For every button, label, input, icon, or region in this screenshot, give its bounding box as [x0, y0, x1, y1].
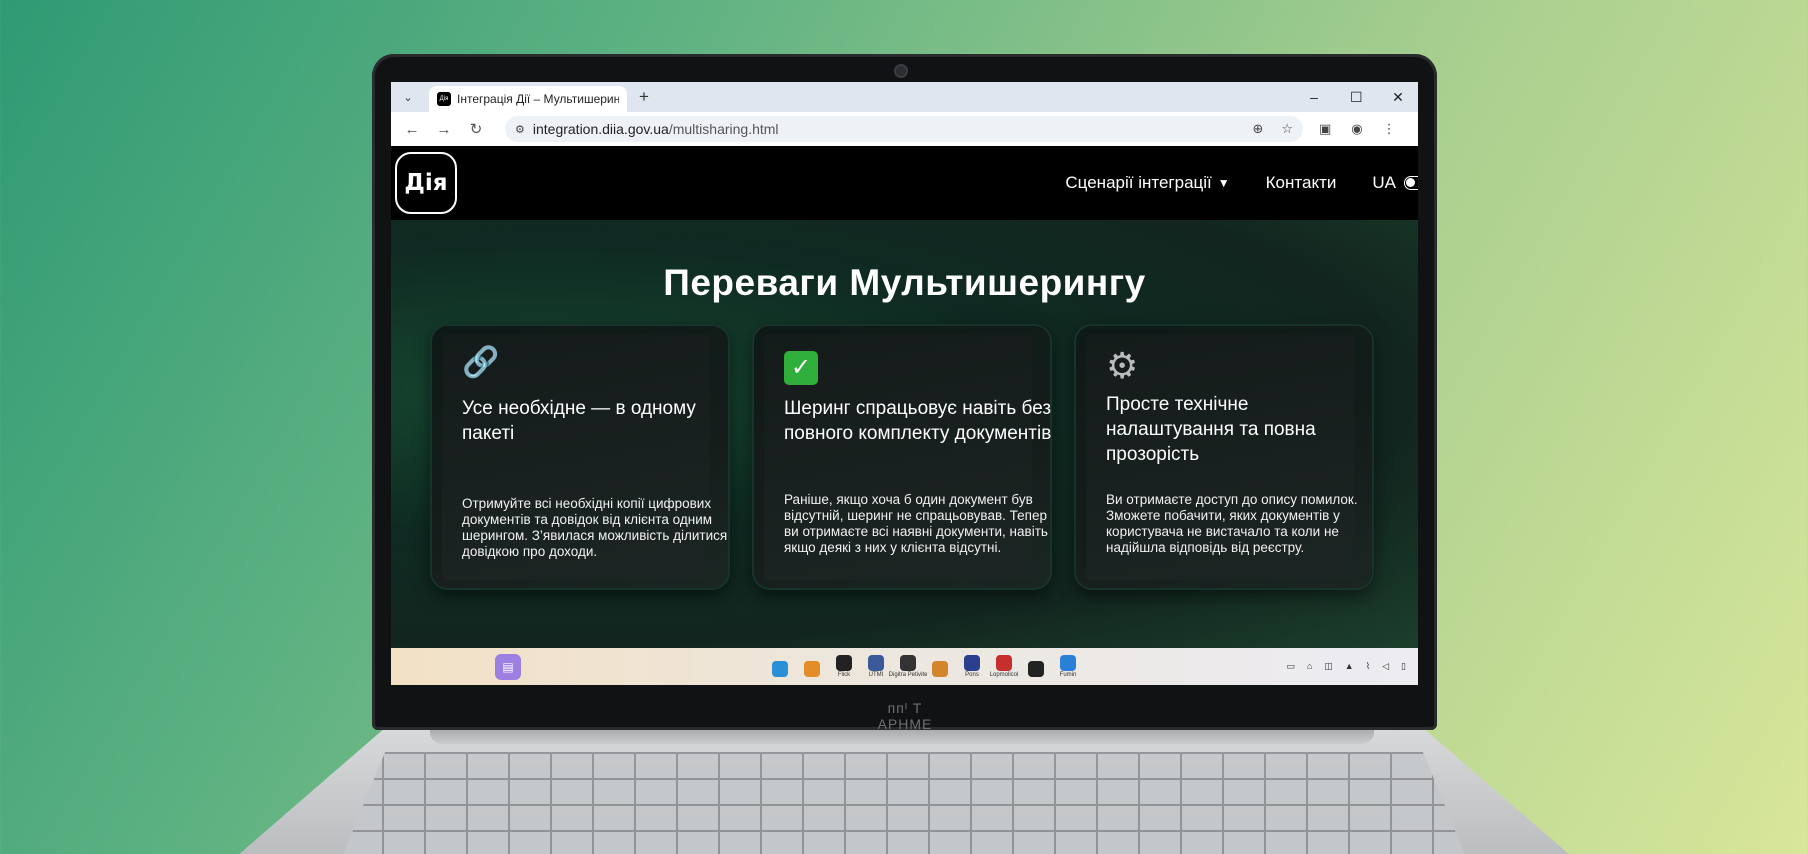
url-path: /multisharing.html — [668, 121, 779, 137]
taskbar-app[interactable]: Fumin — [1057, 655, 1079, 678]
card-heading: Просте технічне налаштування та повна пр… — [1106, 394, 1316, 465]
card-body: Отримуйте всі необхідні копії цифрових д… — [462, 496, 728, 559]
card-inner: ⚙ Просте технічне налаштування та повна … — [1086, 334, 1358, 580]
url-text: integration.diia.gov.ua/multisharing.htm… — [533, 121, 1235, 137]
url-input[interactable]: ⚙ integration.diia.gov.ua/multisharing.h… — [505, 116, 1303, 142]
taskbar-app[interactable]: Digitra Petivite — [889, 655, 927, 678]
minimize-icon[interactable]: – — [1308, 89, 1320, 106]
tab-search-button[interactable]: ⌄ — [397, 86, 419, 108]
taskbar-app[interactable] — [769, 661, 791, 678]
card-heading: Усе необхідне — в одному пакеті — [462, 398, 696, 444]
zoom-icon[interactable]: ⊕ — [1252, 121, 1263, 137]
forward-arrow-icon[interactable]: → — [433, 121, 455, 138]
app-icon — [964, 655, 980, 671]
toolbar-icons: ▣ ◉ ⋮ — [1319, 121, 1396, 137]
app-icon — [804, 661, 820, 677]
card-inner: ✓ Шеринг спрацьовує навіть без повного к… — [764, 334, 1051, 580]
profile-icon[interactable]: ◉ — [1351, 121, 1362, 137]
taskbar-apps: Flick UTMI Digitra Petivite Pons Lopmolicol F… — [769, 655, 1079, 678]
start-button[interactable]: ▤ — [495, 653, 521, 680]
app-label: Lopmolicol — [989, 672, 1019, 678]
link-icon: 🔗 — [462, 346, 500, 379]
tray-icon[interactable]: ▲ — [1345, 661, 1354, 672]
close-icon[interactable]: ✕ — [1392, 89, 1404, 106]
chevron-down-icon: ▼ — [1217, 176, 1230, 190]
main-content: Переваги Мультишерингу 🔗 Усе необхідне —… — [391, 220, 1418, 648]
benefit-card: ⚙ Просте технічне налаштування та повна … — [1074, 324, 1374, 590]
favicon: Дія — [437, 92, 451, 106]
screen: ⌄ Дія Інтеграція Дії – Мультишеринг + – … — [391, 82, 1418, 685]
app-label: Digitra Petivite — [888, 672, 928, 678]
language-toggle[interactable] — [1404, 176, 1418, 190]
site-info-icon[interactable]: ⚙ — [515, 123, 525, 136]
puzzle-icon[interactable]: ▣ — [1319, 121, 1331, 137]
battery-icon[interactable]: ▯ — [1401, 661, 1406, 672]
language-switcher[interactable]: UA — [1372, 173, 1418, 193]
diia-logo[interactable]: Дія — [395, 152, 457, 214]
taskbar: ▤ Flick UTMI Digitra Petivite Pons Lopmolico… — [391, 648, 1418, 685]
taskbar-app[interactable]: Pons — [961, 655, 983, 678]
webcam — [894, 64, 908, 78]
check-icon: ✓ — [784, 348, 818, 385]
app-label: Fumin — [1059, 672, 1077, 678]
card-heading: Шеринг спрацьовує навіть без повного ком… — [784, 398, 1052, 444]
app-icon — [996, 655, 1012, 671]
app-icon — [868, 655, 884, 671]
star-icon[interactable]: ☆ — [1281, 121, 1293, 137]
app-label: Pons — [965, 672, 979, 678]
keyboard — [340, 752, 1468, 854]
tab-title: Інтеграція Дії – Мультишеринг — [457, 92, 619, 106]
tray-icon[interactable]: ⌂ — [1307, 661, 1312, 672]
app-icon — [836, 655, 852, 671]
site-header: Дія Сценарії інтеграції ▼ Контакти UA — [391, 146, 1418, 220]
taskbar-app[interactable] — [929, 661, 951, 678]
tab-bar: ⌄ Дія Інтеграція Дії – Мультишеринг + – … — [391, 82, 1418, 112]
wifi-icon[interactable]: ⌇ — [1366, 661, 1370, 672]
chevron-down-icon: ⌄ — [403, 91, 413, 104]
app-label: Flick — [837, 672, 851, 678]
address-bar: ← → ↻ ⚙ integration.diia.gov.ua/multisha… — [391, 112, 1418, 146]
back-arrow-icon[interactable]: ← — [401, 121, 423, 138]
gear-icon: ⚙ — [1106, 345, 1139, 386]
taskbar-app[interactable] — [1025, 661, 1047, 678]
volume-icon[interactable]: ◁ — [1382, 661, 1389, 672]
card-body: Раніше, якщо хоча б один документ був ві… — [784, 492, 1048, 555]
nav-scenarios[interactable]: Сценарії інтеграції ▼ — [1065, 173, 1229, 193]
app-icon — [1060, 655, 1076, 671]
app-icon — [900, 655, 916, 671]
maximize-icon[interactable]: ☐ — [1350, 89, 1363, 106]
card-inner: 🔗 Усе необхідне — в одному пакеті Отриму… — [442, 334, 727, 580]
system-tray: ▭ ⌂ ◫ ▲ ⌇ ◁ ▯ — [1286, 661, 1418, 672]
url-host: integration.diia.gov.ua — [532, 121, 669, 137]
taskbar-app[interactable]: Flick — [833, 655, 855, 678]
taskbar-app[interactable]: UTMI — [865, 655, 887, 678]
benefit-card: ✓ Шеринг спрацьовує навіть без повного к… — [752, 324, 1052, 590]
tray-icon[interactable]: ▭ — [1286, 661, 1295, 672]
scene: ᴨᴨᴵ T APHME ⌄ Дія Інтеграція Дії – Мульт… — [0, 0, 1808, 854]
nav-scenarios-label: Сценарії інтеграції — [1065, 173, 1212, 192]
browser-tab[interactable]: Дія Інтеграція Дії – Мультишеринг — [429, 86, 627, 112]
app-icon — [1028, 661, 1044, 677]
tray-icon[interactable]: ◫ — [1324, 661, 1333, 672]
reload-icon[interactable]: ↻ — [465, 120, 487, 138]
app-icon — [772, 661, 788, 677]
app-icon — [932, 661, 948, 677]
window-controls: – ☐ ✕ — [1308, 89, 1418, 106]
nav-contacts[interactable]: Контакти — [1266, 173, 1337, 193]
laptop-brand: ᴨᴨᴵ T APHME — [877, 700, 933, 732]
app-label: UTMI — [868, 672, 884, 678]
card-body: Ви отримаєте доступ до опису помилок. Зм… — [1106, 492, 1358, 555]
benefit-card: 🔗 Усе необхідне — в одному пакеті Отриму… — [430, 324, 730, 590]
taskbar-app[interactable]: Lopmolicol — [990, 655, 1018, 678]
taskbar-app[interactable] — [801, 661, 823, 678]
section-title: Переваги Мультишерингу — [663, 262, 1146, 303]
new-tab-button[interactable]: + — [639, 87, 649, 107]
kebab-menu-icon[interactable]: ⋮ — [1383, 121, 1396, 137]
main-nav: Сценарії інтеграції ▼ Контакти UA — [1065, 173, 1418, 193]
language-label: UA — [1372, 173, 1396, 192]
